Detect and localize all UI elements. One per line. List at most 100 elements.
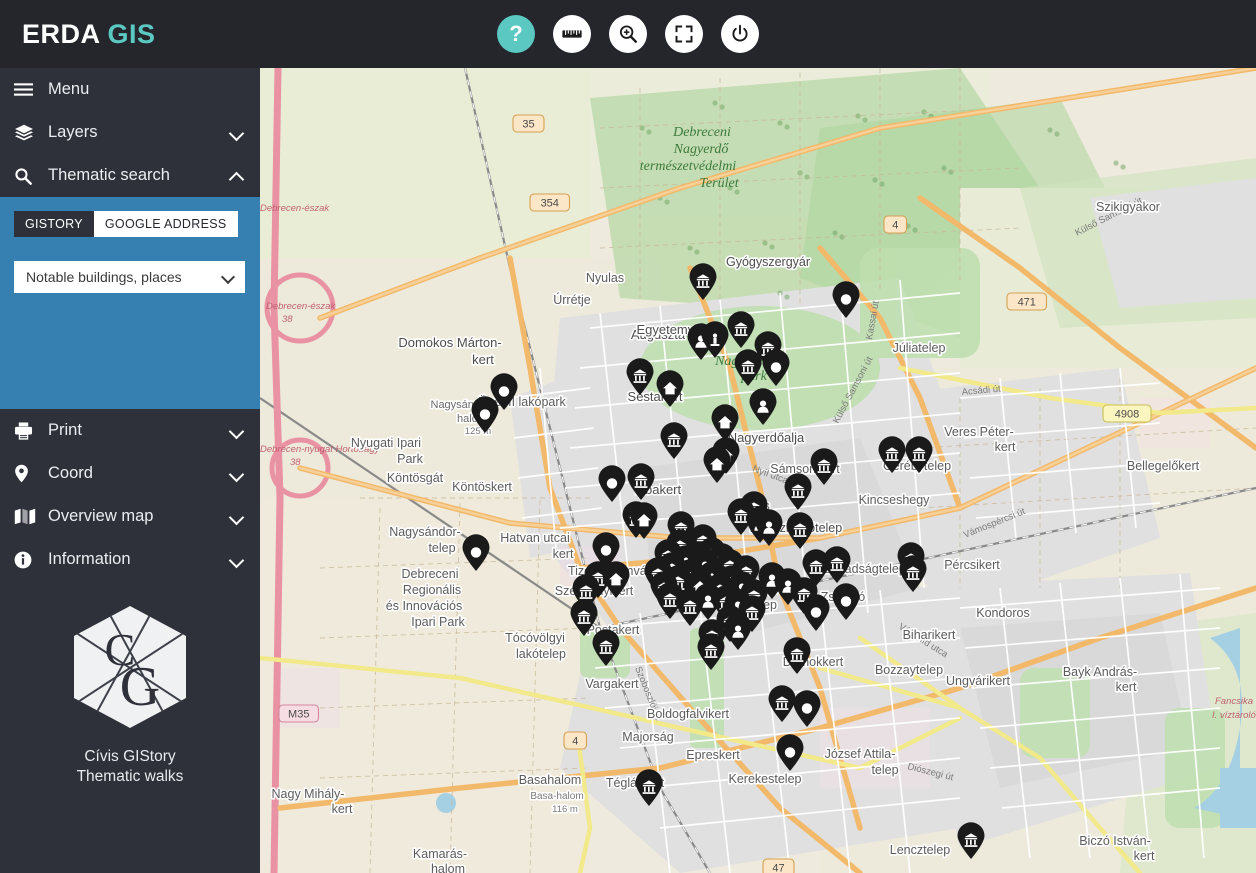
- sidebar-footer-text: Cívis GIStory Thematic walks: [77, 747, 184, 787]
- map-green-label: Debreceni: [672, 125, 731, 140]
- road-shield-label: 35: [522, 119, 534, 131]
- map-place-label: Domokos Márton-: [398, 335, 501, 350]
- map-street-label: 38: [290, 457, 301, 468]
- map-place-label: Veres Péter-: [944, 425, 1013, 439]
- road-shield-label: 471: [1018, 297, 1036, 309]
- zoom-in-icon: [617, 23, 639, 45]
- map-place-label: Júliatelep: [893, 341, 946, 355]
- map-pin-icon: [14, 464, 42, 483]
- map-place-label: kert: [472, 352, 494, 367]
- power-button[interactable]: [721, 15, 759, 53]
- road-shield-label: 4908: [1115, 409, 1139, 421]
- map-place-label: telep: [871, 763, 898, 777]
- map-place-label: lakótelep: [516, 647, 566, 661]
- chevron-down-icon: [230, 467, 244, 481]
- map-place-label: Bozzaytelep: [875, 663, 943, 677]
- app-logo: ERDA GIS: [22, 19, 156, 50]
- map-place-label: Vargakert: [585, 677, 639, 691]
- road-shield-label: 354: [541, 198, 559, 210]
- chevron-up-icon: [230, 169, 244, 183]
- measure-button[interactable]: [553, 15, 591, 53]
- map-place-label: Debreceni: [402, 567, 459, 581]
- road-shield-label: 47: [772, 863, 784, 873]
- app-root: ERDA GIS ? Menu Layers Thematic search G…: [0, 0, 1256, 873]
- map-place-label: Biczó István-: [1079, 834, 1151, 848]
- sidebar-item-menu-label: Menu: [48, 80, 90, 98]
- map-street-label: Fancsika: [1215, 696, 1253, 707]
- map-canvas[interactable]: Debreceni Nagyerdő természetvédelmi Terület…: [260, 68, 1256, 873]
- sidebar-item-overview-map[interactable]: Overview map: [0, 495, 260, 538]
- map-place-label: Gyógyszergyár: [726, 255, 810, 269]
- sidebar-item-layers[interactable]: Layers: [0, 111, 260, 154]
- road-shield: 4: [883, 215, 908, 234]
- map-place-label: Boldogfalvikert: [647, 707, 730, 721]
- map-place-label: és Innovációs: [386, 599, 462, 613]
- map-place-label: Nagysándor-: [389, 525, 461, 539]
- sidebar-item-information-label: Information: [48, 550, 131, 568]
- map-place-label: Nyulas: [586, 271, 624, 285]
- map-place-label: Ungvárikert: [946, 674, 1010, 688]
- map-place-label: Úrrétje: [553, 292, 591, 307]
- map-place-label: kert: [1116, 680, 1137, 694]
- question-icon: ?: [509, 21, 523, 46]
- search-icon: [14, 167, 42, 185]
- map-place-label: Bellegelőkert: [1127, 459, 1200, 473]
- svg-text:G: G: [120, 656, 160, 718]
- civis-gistory-logo: C G: [68, 603, 192, 733]
- map-place-label: Epreskert: [686, 748, 740, 762]
- map-place-label: kert: [553, 547, 574, 561]
- fullscreen-button[interactable]: [665, 15, 703, 53]
- brand-primary: ERDA: [22, 18, 101, 49]
- zoom-search-button[interactable]: [609, 15, 647, 53]
- map-place-label: Ipari Park: [411, 615, 465, 629]
- road-shield: 471: [1006, 292, 1048, 311]
- tab-google-address[interactable]: GOOGLE ADDRESS: [93, 211, 238, 237]
- fullscreen-icon: [674, 24, 694, 44]
- layers-icon: [14, 124, 42, 142]
- map-place-label: Kincseshegy: [859, 493, 931, 507]
- map-street-label: I. víztároló: [1212, 710, 1256, 721]
- sidebar-item-thematic-search[interactable]: Thematic search: [0, 154, 260, 197]
- map-place-label: Park: [397, 452, 423, 466]
- road-shield-label: M35: [288, 709, 309, 721]
- tab-gistory[interactable]: GISTORY: [14, 211, 94, 237]
- sidebar: Menu Layers Thematic search GISTORY GOOG…: [0, 68, 260, 873]
- map-place-label: Tócóvölgyi: [505, 631, 565, 645]
- hamburger-icon: [14, 82, 42, 97]
- road-shield: M35: [278, 704, 320, 723]
- footer-line-1: Cívis GIStory: [84, 748, 176, 765]
- help-button[interactable]: ?: [497, 15, 535, 53]
- printer-icon: [14, 421, 42, 440]
- sidebar-item-coord-label: Coord: [48, 464, 93, 482]
- sidebar-item-layers-label: Layers: [48, 123, 98, 141]
- map-green-label: Nagyerdő: [673, 142, 730, 157]
- sidebar-item-print-label: Print: [48, 421, 82, 439]
- map-place-label: Kamarás-: [413, 847, 467, 861]
- footer-line-2: Thematic walks: [76, 768, 184, 785]
- road-shield-label: 4: [892, 220, 898, 232]
- map-place-label: telep: [428, 541, 455, 555]
- sidebar-item-coord[interactable]: Coord: [0, 452, 260, 495]
- map-green-label: Terület: [699, 176, 739, 191]
- chevron-down-icon: [223, 271, 235, 283]
- map-place-label: Bayk András-: [1063, 665, 1137, 679]
- map-place-label: kert: [1134, 849, 1155, 863]
- thematic-search-panel: GISTORY GOOGLE ADDRESS Notable buildings…: [0, 197, 260, 409]
- map-place-label: Kondoros: [976, 606, 1030, 620]
- map-place-label: Nagy Mihály-: [272, 787, 345, 801]
- map-place-label: Lencztelep: [890, 843, 951, 857]
- road-shield: 354: [529, 193, 571, 212]
- map-street-label: Debrecen-észak: [260, 203, 330, 214]
- sidebar-item-menu[interactable]: Menu: [0, 68, 260, 111]
- chevron-down-icon: [230, 126, 244, 140]
- map-place-label: Basahalom: [519, 773, 582, 787]
- sidebar-item-print[interactable]: Print: [0, 409, 260, 452]
- chevron-down-icon: [230, 553, 244, 567]
- map-place-label: Basa-halom: [530, 791, 583, 802]
- map-place-label: Szikigyakor: [1096, 200, 1160, 214]
- ruler-icon: [561, 23, 583, 45]
- map-place-label: Köntöskert: [452, 480, 512, 494]
- map-place-label: Majorság: [622, 730, 673, 744]
- sidebar-item-information[interactable]: Information: [0, 538, 260, 581]
- category-select[interactable]: Notable buildings, places: [14, 261, 245, 293]
